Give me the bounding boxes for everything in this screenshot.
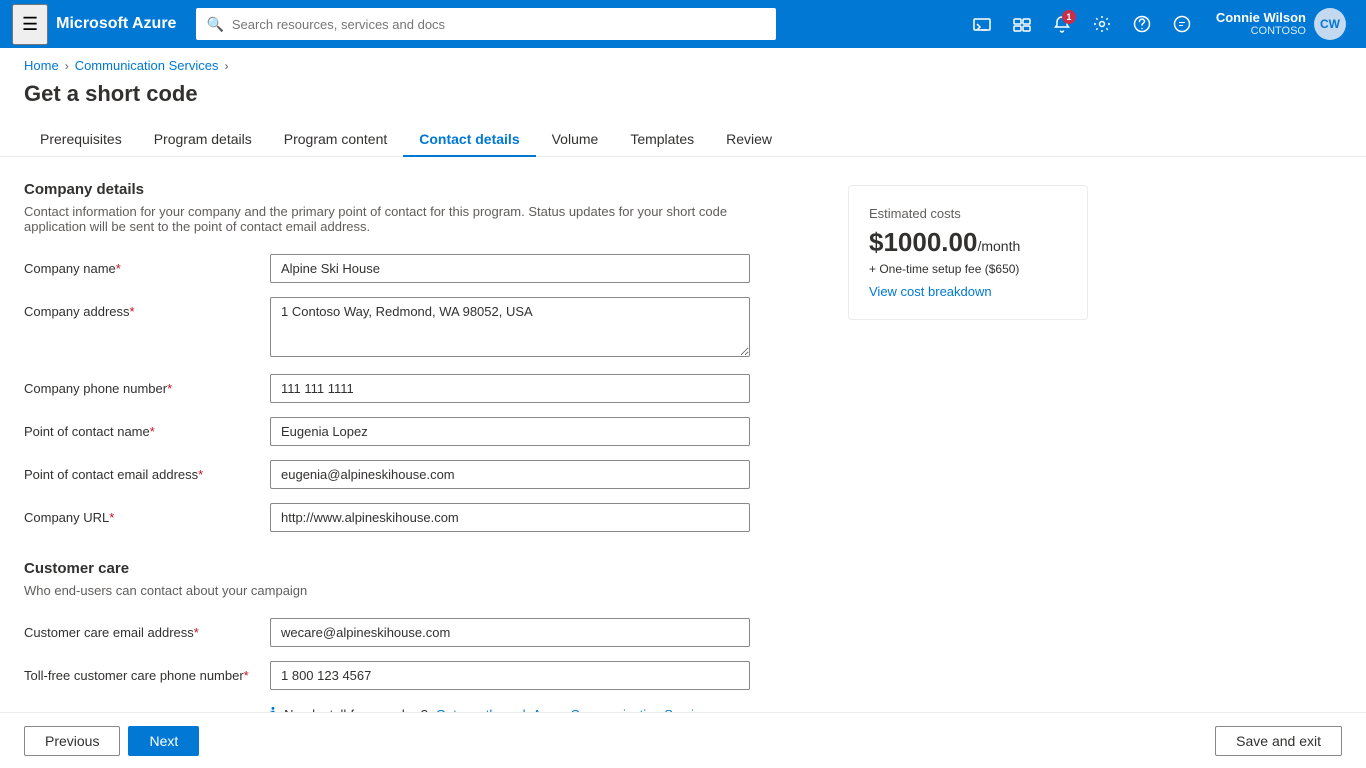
tab-program-details[interactable]: Program details [138,123,268,157]
customer-care-desc: Who end-users can contact about your cam… [24,583,744,598]
company-name-input[interactable] [270,254,750,283]
company-name-row: Company name* [24,254,824,283]
required-indicator: * [116,261,121,276]
search-input[interactable] [232,17,767,32]
company-address-input-wrapper [270,297,750,360]
company-url-label: Company URL* [24,503,254,525]
contact-name-row: Point of contact name* [24,417,824,446]
save-exit-button[interactable]: Save and exit [1215,726,1342,756]
care-email-input[interactable] [270,618,750,647]
tab-contact-details[interactable]: Contact details [403,123,535,157]
care-phone-input-wrapper [270,661,750,690]
settings-button[interactable] [1084,6,1120,42]
cost-panel: Estimated costs $1000.00/month + One-tim… [848,185,1088,320]
tab-program-content[interactable]: Program content [268,123,404,157]
breadcrumb-sep-1: › [65,59,69,73]
company-details-title: Company details [24,181,824,198]
required-indicator: * [198,467,203,482]
care-email-input-wrapper [270,618,750,647]
bottom-left-buttons: Previous Next [24,726,199,756]
user-name: Connie Wilson [1216,10,1306,26]
customer-care-section: Customer care Who end-users can contact … [24,560,824,724]
cost-amount-row: $1000.00/month [869,227,1067,258]
required-indicator: * [130,304,135,319]
contact-email-input[interactable] [270,460,750,489]
cloud-shell-button[interactable] [964,6,1000,42]
next-button[interactable]: Next [128,726,199,756]
search-bar: 🔍 [196,8,776,40]
tab-prerequisites[interactable]: Prerequisites [24,123,138,157]
breadcrumb: Home › Communication Services › [0,48,1366,77]
breadcrumb-home[interactable]: Home [24,58,59,73]
main-content: Company details Contact information for … [0,157,1366,748]
contact-name-input-wrapper [270,417,750,446]
company-address-input[interactable] [270,297,750,357]
contact-name-input[interactable] [270,417,750,446]
notification-badge: 1 [1062,10,1076,24]
required-indicator: * [150,424,155,439]
breadcrumb-sep-2: › [224,59,228,73]
company-details-desc: Contact information for your company and… [24,204,744,234]
notifications-button[interactable]: 1 [1044,6,1080,42]
form-area: Company details Contact information for … [24,181,824,724]
contact-email-row: Point of contact email address* [24,460,824,489]
company-address-row: Company address* [24,297,824,360]
care-email-label: Customer care email address* [24,618,254,640]
avatar: CW [1314,8,1346,40]
contact-email-input-wrapper [270,460,750,489]
care-email-row: Customer care email address* [24,618,824,647]
tabs-container: Prerequisites Program details Program co… [0,123,1366,157]
previous-button[interactable]: Previous [24,726,120,756]
company-name-input-wrapper [270,254,750,283]
care-phone-input[interactable] [270,661,750,690]
company-phone-input-wrapper [270,374,750,403]
top-navigation: ☰ Microsoft Azure 🔍 1 Connie Wilson CONT… [0,0,1366,48]
bottom-bar: Previous Next Save and exit [0,712,1366,768]
tab-volume[interactable]: Volume [536,123,615,157]
cost-onetime: + One-time setup fee ($650) [869,262,1067,276]
company-phone-input[interactable] [270,374,750,403]
company-phone-label: Company phone number* [24,374,254,396]
feedback-button[interactable] [1164,6,1200,42]
company-address-label: Company address* [24,297,254,319]
customer-care-title: Customer care [24,560,824,577]
company-url-row: Company URL* [24,503,824,532]
required-indicator: * [244,668,249,683]
tab-templates[interactable]: Templates [614,123,710,157]
directory-button[interactable] [1004,6,1040,42]
cost-period: /month [977,238,1020,254]
user-org: CONTOSO [1216,25,1306,38]
required-indicator: * [167,381,172,396]
care-phone-label: Toll-free customer care phone number* [24,661,254,683]
hamburger-menu-button[interactable]: ☰ [12,4,48,45]
cost-label: Estimated costs [869,206,1067,221]
tab-review[interactable]: Review [710,123,788,157]
help-button[interactable] [1124,6,1160,42]
contact-name-label: Point of contact name* [24,417,254,439]
company-name-label: Company name* [24,254,254,276]
brand-name: Microsoft Azure [56,15,176,33]
company-phone-row: Company phone number* [24,374,824,403]
topnav-icon-group: 1 [964,6,1200,42]
user-profile-button[interactable]: Connie Wilson CONTOSO CW [1208,4,1354,44]
page-title: Get a short code [0,77,1366,123]
search-icon: 🔍 [206,16,223,33]
cost-breakdown-link[interactable]: View cost breakdown [869,284,992,299]
cost-amount: $1000.00 [869,227,977,257]
company-url-input[interactable] [270,503,750,532]
care-phone-row: Toll-free customer care phone number* [24,661,824,690]
required-indicator: * [194,625,199,640]
company-url-input-wrapper [270,503,750,532]
breadcrumb-service[interactable]: Communication Services [75,58,219,73]
contact-email-label: Point of contact email address* [24,460,254,482]
required-indicator: * [109,510,114,525]
